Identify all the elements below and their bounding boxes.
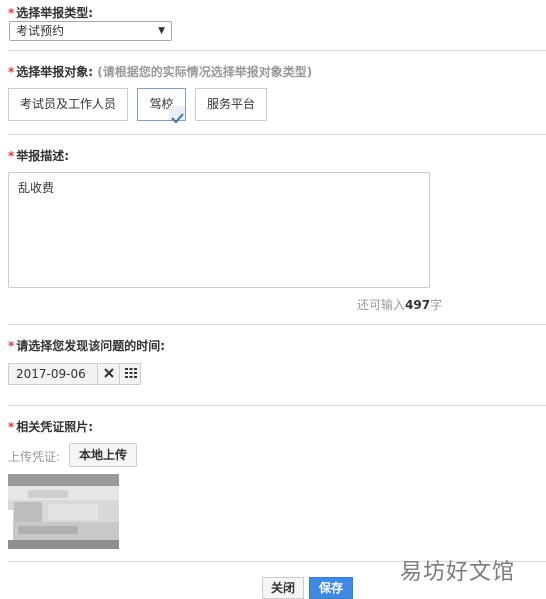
close-button[interactable]: 关闭	[262, 577, 304, 599]
description-label: * 举报描述:	[8, 149, 70, 163]
dropdown-arrow-icon: ▼	[158, 26, 165, 36]
divider	[8, 50, 546, 51]
description-textarea[interactable]: 乱收费	[8, 172, 430, 288]
evidence-label: * 相关凭证照片:	[8, 420, 94, 434]
target-option-driving-school[interactable]: 驾校	[137, 88, 186, 124]
divider	[8, 405, 546, 406]
report-type-select[interactable]: 考试预约 ▼	[9, 21, 172, 41]
target-option-service-platform[interactable]: 服务平台	[195, 88, 267, 121]
evidence-photo-thumbnail[interactable]	[8, 474, 119, 549]
date-field[interactable]: 2017-09-06	[8, 363, 141, 385]
calendar-grid-icon[interactable]	[119, 364, 142, 384]
watermark-text: 易坊好文馆	[400, 560, 516, 585]
char-counter-value: 497	[405, 298, 431, 312]
divider	[8, 134, 546, 135]
save-button[interactable]: 保存	[309, 577, 353, 599]
local-upload-button[interactable]: 本地上传	[69, 443, 137, 467]
report-type-selected-value: 考试预约	[16, 24, 65, 38]
clear-date-icon[interactable]	[97, 364, 120, 384]
report-target-hint: (请根据您的实际情况选择举报对象类型)	[97, 65, 313, 79]
upload-label: 上传凭证:	[8, 450, 61, 464]
date-value: 2017-09-06	[16, 367, 86, 381]
divider	[8, 324, 546, 325]
report-target-label: * 选择举报对象: (请根据您的实际情况选择举报对象类型)	[8, 65, 313, 79]
report-type-label: * 选择举报类型:	[8, 6, 94, 20]
target-option-examiner[interactable]: 考试员及工作人员	[8, 88, 128, 121]
checkmark-icon	[169, 106, 185, 124]
time-label: * 请选择您发现该问题的时间:	[8, 339, 166, 353]
char-counter: 还可输入497字	[357, 298, 443, 312]
